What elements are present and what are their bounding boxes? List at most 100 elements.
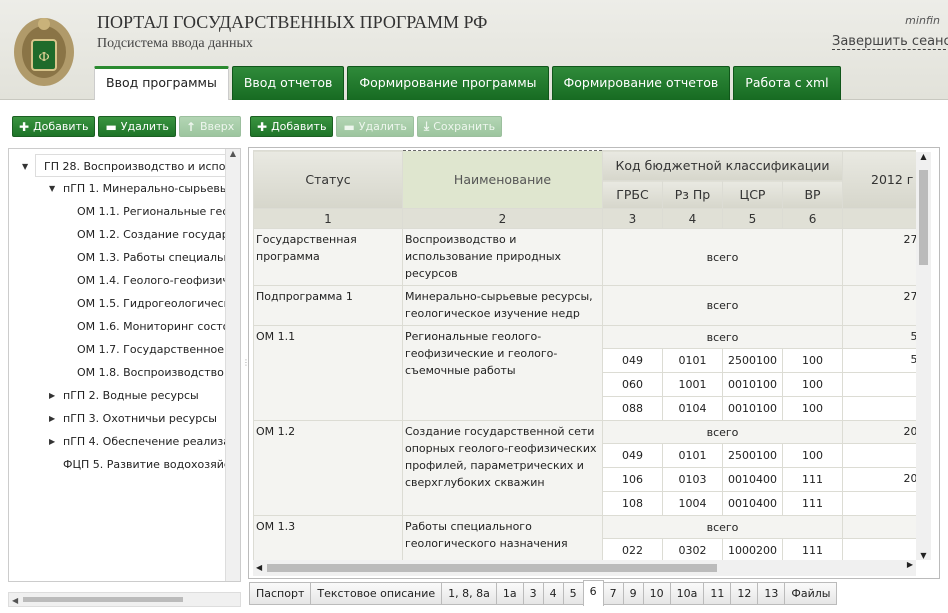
cell-2012[interactable]: 1 000 (842, 491, 916, 516)
table-row[interactable]: ОМ 1.3 Работы специального геологического… (253, 515, 916, 560)
cell-csr[interactable]: 2500100 (722, 443, 783, 468)
form-tab-15[interactable]: Файлы (784, 582, 838, 605)
cell-status[interactable]: Государственная программа (253, 228, 403, 286)
tab-1[interactable]: Ввод отчетов (231, 66, 345, 100)
form-tab-1[interactable]: Текстовое описание (310, 582, 443, 605)
col-status[interactable]: Статус (253, 150, 403, 209)
cell-grbs[interactable]: 049 (602, 443, 663, 468)
form-tab-3[interactable]: 1а (495, 582, 524, 605)
tree-node[interactable]: ОМ 1.2. Создание государственной (9, 223, 226, 246)
cell-2012[interactable]: 2 278 (842, 443, 916, 468)
cell-2012[interactable]: 55 372 (842, 348, 916, 373)
cell-grbs[interactable]: 088 (602, 396, 663, 421)
form-tab-5[interactable]: 4 (542, 582, 564, 605)
cell-2012[interactable]: 100 (842, 372, 916, 397)
tree-node[interactable]: ОМ 1.6. Мониторинг состояния (9, 315, 226, 338)
form-tab-13[interactable]: 12 (730, 582, 759, 605)
form-tab-8[interactable]: 7 (602, 582, 624, 605)
cell-csr[interactable]: 0010100 (722, 396, 783, 421)
panel-splitter[interactable]: ⋮ (242, 148, 250, 582)
tree-node[interactable]: ▶ пГП 4. Обеспечение реализации (9, 430, 226, 453)
cell-rzpr[interactable]: 0101 (662, 443, 723, 468)
cell-rzpr[interactable]: 0104 (662, 396, 723, 421)
cell-vr[interactable]: 111 (781, 467, 844, 492)
form-tab-11[interactable]: 10а (669, 582, 705, 605)
tree-vertical-scrollbar[interactable]: ▲ (225, 149, 240, 581)
scroll-thumb[interactable] (267, 564, 717, 572)
scroll-up-icon[interactable]: ▲ (916, 152, 931, 161)
cell-status[interactable]: ОМ 1.2 (253, 420, 403, 516)
col-rzpr[interactable]: Рз Пр (662, 180, 723, 209)
save-button[interactable]: ⤓ Сохранить (416, 116, 503, 137)
collapse-arrow-icon[interactable]: ▶ (49, 430, 55, 453)
tree-node[interactable]: ОМ 1.1. Региональные геолого-геофизическ… (9, 200, 226, 223)
tree-horizontal-scrollbar[interactable]: ◀ (8, 592, 241, 607)
table-row[interactable]: ОМ 1.1 Региональные геолого-геофизические… (253, 325, 916, 421)
cell-2012[interactable]: 55 672 (842, 325, 916, 349)
cell-grbs[interactable]: 106 (602, 467, 663, 492)
cell-status[interactable]: ОМ 1.3 (253, 515, 403, 560)
form-tab-7[interactable]: 6 (582, 580, 604, 606)
form-tab-2[interactable]: 1, 8, 8а (441, 582, 497, 605)
cell-name[interactable]: Работы специального геологического назна… (402, 515, 603, 560)
scroll-thumb[interactable] (23, 597, 183, 602)
cell-2012[interactable]: 203 279 (842, 420, 916, 444)
tree-node[interactable]: ОМ 1.8. Воспроизводство м (9, 361, 226, 384)
cell-grbs[interactable]: 049 (602, 348, 663, 373)
table-row[interactable]: Подпрограмма 1 Минерально-сырьевые ресурс… (253, 285, 916, 326)
tree-node[interactable]: ОМ 1.5. Гидрогеологические (9, 292, 226, 315)
table-row[interactable]: Государственная программа Воспроизводство… (253, 228, 916, 286)
cell-name[interactable]: Воспроизводство и использование природны… (402, 228, 603, 286)
tree-add-button[interactable]: ✚ Добавить (12, 116, 96, 137)
tree-node[interactable]: ▶ пГП 2. Водные ресурсы (9, 384, 226, 407)
cell-vr[interactable]: 100 (781, 372, 844, 397)
tree-node[interactable]: ▼ ГП 28. Воспроизводство и использование … (22, 154, 226, 177)
scroll-left-icon[interactable]: ◀ (9, 596, 18, 605)
form-tab-10[interactable]: 10 (642, 582, 671, 605)
cell-vr[interactable]: 100 (781, 396, 844, 421)
col-vr[interactable]: ВР (781, 180, 844, 209)
cell-status[interactable]: ОМ 1.1 (253, 325, 403, 421)
col-name[interactable]: Наименование (402, 150, 603, 209)
cell-rzpr[interactable]: 1001 (662, 372, 723, 397)
form-tab-14[interactable]: 13 (757, 582, 786, 605)
tree-delete-button[interactable]: ▬ Удалить (98, 116, 176, 137)
tab-0[interactable]: Ввод программы (94, 66, 229, 100)
cell-name[interactable]: Минерально-сырьевые ресурсы, геологическ… (402, 285, 603, 326)
form-tab-4[interactable]: 3 (522, 582, 544, 605)
scroll-down-icon[interactable]: ▼ (916, 551, 931, 560)
table-row[interactable]: ОМ 1.2 Создание государственной сети опор… (253, 420, 916, 516)
tree-up-button[interactable]: ↑ Вверх (178, 116, 242, 137)
form-tab-9[interactable]: 9 (622, 582, 644, 605)
scroll-right-icon[interactable]: ▶ (907, 560, 913, 569)
grid-horizontal-scrollbar[interactable]: ◀ ▶ (253, 560, 916, 576)
cell-rzpr[interactable]: 0101 (662, 348, 723, 373)
scroll-left-icon[interactable]: ◀ (253, 563, 262, 572)
cell-csr[interactable]: 0010400 (722, 467, 783, 492)
col-2012[interactable]: 2012 г (842, 150, 916, 209)
cell-2012[interactable]: 20 (842, 538, 916, 560)
cell-rzpr[interactable]: 0103 (662, 467, 723, 492)
cell-csr[interactable]: 2500100 (722, 348, 783, 373)
tree-node[interactable]: ФЦП 5. Развитие водохозяйственного (9, 453, 226, 476)
cell-csr[interactable]: 1000200 (722, 538, 783, 560)
logout-link[interactable]: Завершить сеанс (832, 34, 948, 50)
cell-csr[interactable]: 0010400 (722, 491, 783, 516)
collapse-arrow-icon[interactable]: ▶ (49, 407, 55, 430)
tree-node[interactable]: ▼ пГП 1. Минерально-сырьевые ресурсы (9, 177, 226, 200)
cell-name[interactable]: Региональные геолого-геофизические и гео… (402, 325, 603, 421)
cell-vr[interactable]: 111 (781, 491, 844, 516)
cell-vr[interactable]: 100 (781, 348, 844, 373)
grid-delete-button[interactable]: ▬ Удалить (336, 116, 414, 137)
tab-3[interactable]: Формирование отчетов (551, 66, 731, 100)
tree-node[interactable]: ОМ 1.4. Геолого-геофизические (9, 269, 226, 292)
cell-vr[interactable]: 111 (781, 538, 844, 560)
cell-rzpr[interactable]: 0302 (662, 538, 723, 560)
cell-2012[interactable]: 271 319 (842, 285, 916, 326)
cell-2012[interactable]: 200 000 (842, 467, 916, 492)
collapse-arrow-icon[interactable]: ▶ (49, 384, 55, 407)
tree-node[interactable]: ОМ 1.7. Государственное г (9, 338, 226, 361)
scroll-thumb[interactable] (919, 170, 928, 265)
cell-rzpr[interactable]: 1004 (662, 491, 723, 516)
cell-status[interactable]: Подпрограмма 1 (253, 285, 403, 326)
